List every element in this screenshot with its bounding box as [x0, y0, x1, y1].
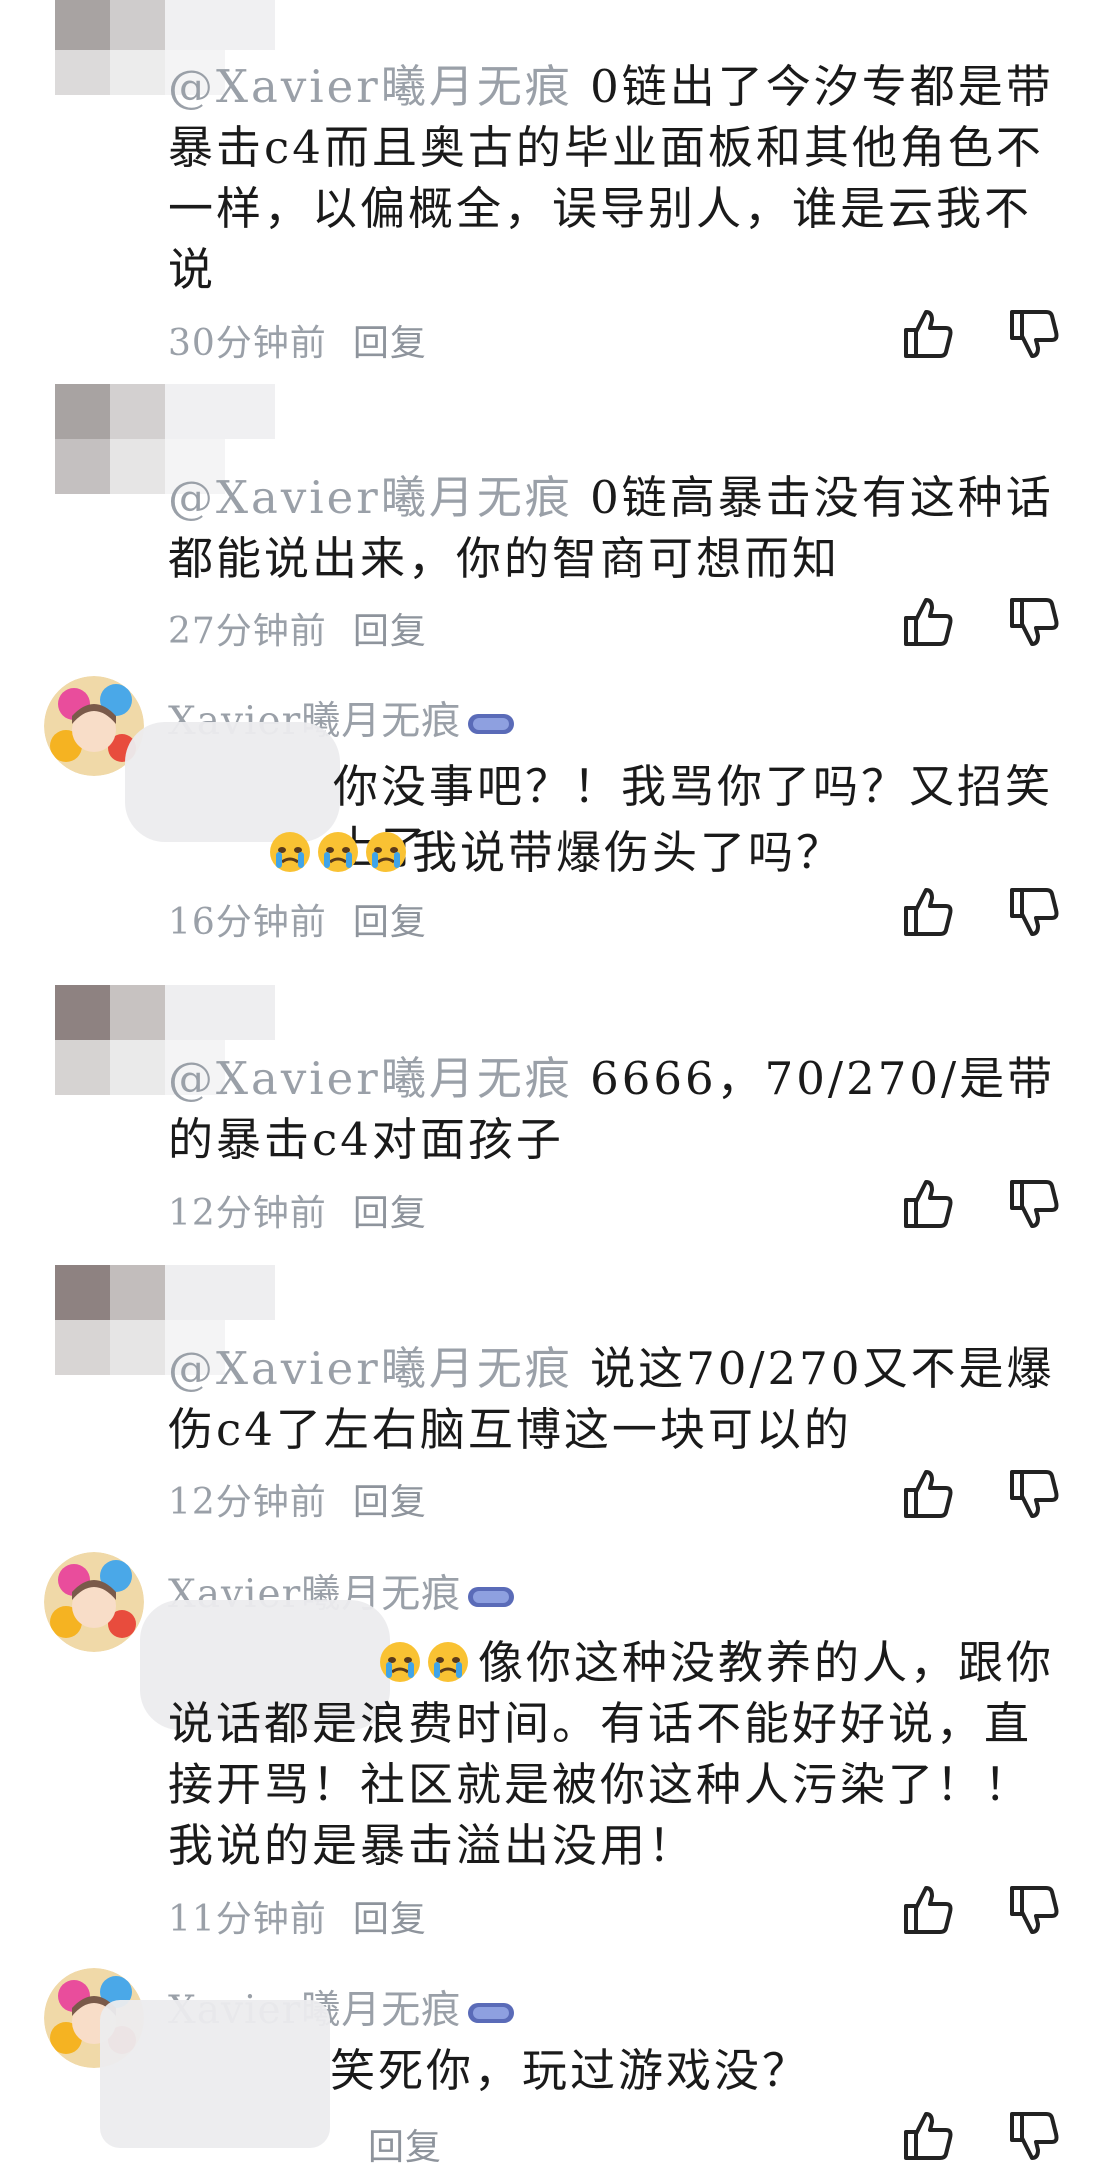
timestamp: 16分钟前 — [168, 902, 327, 943]
comment-text: 笑死你，玩过游戏没？ — [330, 2044, 811, 2097]
thumbs-down-icon[interactable] — [1006, 1466, 1062, 1522]
thumbs-up-icon[interactable] — [900, 306, 956, 362]
comment-meta: 11分钟前 回复 — [168, 1890, 427, 1942]
reply-button[interactable]: 回复 — [353, 611, 427, 652]
reply-button[interactable]: 回复 — [353, 323, 427, 364]
timestamp: 27分钟前 — [168, 611, 327, 652]
thumbs-down-icon[interactable] — [1006, 884, 1062, 940]
comment-text-continued: 我说带爆伤头了吗？ — [168, 822, 1078, 883]
thumbs-up-icon[interactable] — [900, 1882, 956, 1938]
thumbs-down-icon[interactable] — [1006, 1882, 1062, 1938]
comment-text: @Xavier曦月无痕 说这70/270又不是爆伤c4了左右脑互博这一块可以的 — [168, 1342, 1055, 1456]
mention[interactable]: @Xavier曦月无痕 — [168, 1052, 573, 1105]
timestamp: 30分钟前 — [168, 323, 327, 364]
mention[interactable]: @Xavier曦月无痕 — [168, 1342, 573, 1395]
user-avatar[interactable] — [44, 1552, 144, 1652]
thumbs-up-icon[interactable] — [900, 2108, 956, 2164]
comment-text: @Xavier曦月无痕 6666，70/270/是带的暴击c4对面孩子 — [168, 1052, 1056, 1166]
comment-meta: 12分钟前 回复 — [168, 1184, 427, 1236]
game-festival-badge-icon — [468, 714, 515, 734]
comment-text-full: 像你这种没教养的人，跟你说话都是浪费时间。有话不能好好说，直接开骂！社区就是被你… — [168, 1636, 1055, 1872]
comment-meta: 30分钟前 回复 — [168, 314, 427, 366]
timestamp: 12分钟前 — [168, 1482, 327, 1523]
comment-meta: 27分钟前 回复 — [168, 602, 427, 654]
thumbs-up-icon[interactable] — [900, 884, 956, 940]
thumbs-up-icon[interactable] — [900, 1176, 956, 1232]
timestamp: 11分钟前 — [168, 1899, 327, 1940]
thumbs-up-icon[interactable] — [900, 594, 956, 650]
comment-meta: 12分钟前 回复 — [168, 1473, 427, 1525]
reply-button[interactable]: 回复 — [353, 902, 427, 943]
mention[interactable]: @Xavier曦月无痕 — [168, 471, 573, 524]
reply-button[interactable]: 回复 — [353, 1193, 427, 1234]
timestamp: 12分钟前 — [168, 1193, 327, 1234]
thumbs-down-icon[interactable] — [1006, 306, 1062, 362]
comment-meta: 16分钟前 回复 — [168, 893, 427, 945]
crying-face-icon — [270, 832, 310, 872]
thumbs-down-icon[interactable] — [1006, 594, 1062, 650]
thumbs-up-icon[interactable] — [900, 1466, 956, 1522]
crying-face-icon — [318, 832, 358, 872]
game-festival-badge-icon — [468, 2003, 515, 2023]
comment-text: @Xavier曦月无痕 0链高暴击没有这种话都能说出来，你的智商可想而知 — [168, 471, 1054, 585]
mention[interactable]: @Xavier曦月无痕 — [168, 60, 573, 113]
reply-button[interactable]: 回复 — [353, 1482, 427, 1523]
comment-text: @Xavier曦月无痕 0链出了今汐专都是带暴击c4而且奥古的毕业面板和其他角色… — [168, 60, 1054, 296]
crying-face-icon — [366, 832, 406, 872]
game-festival-badge-icon — [468, 1587, 515, 1607]
thumbs-down-icon[interactable] — [1006, 1176, 1062, 1232]
thumbs-down-icon[interactable] — [1006, 2108, 1062, 2164]
reply-button[interactable]: 回复 — [353, 1899, 427, 1940]
comment-meta: 回复 — [168, 2118, 442, 2170]
